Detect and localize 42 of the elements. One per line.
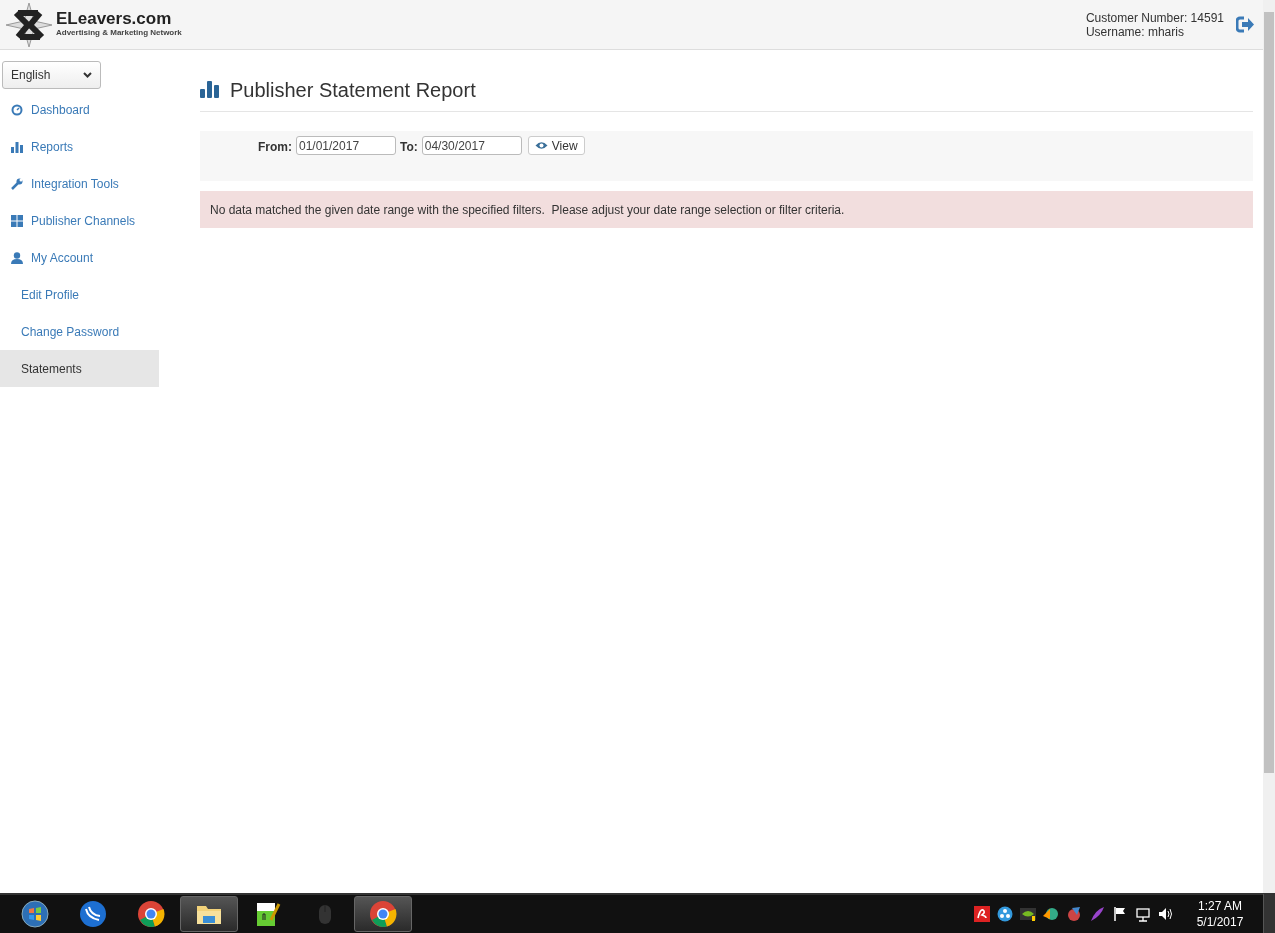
to-label: To: (400, 139, 418, 156)
username: Username: mharis (1085, 24, 1185, 39)
bar-chart-icon (200, 81, 220, 98)
browser-icon (369, 900, 397, 928)
user-icon (11, 251, 23, 264)
network-icon[interactable] (1134, 906, 1152, 922)
circle-dots-icon[interactable] (996, 906, 1014, 922)
language-select[interactable]: English (2, 61, 101, 89)
sidebar-item[interactable]: Publisher Channels (0, 202, 159, 239)
logo-tagline: Advertising & Marketing Network (56, 27, 182, 39)
sidebar-item[interactable]: Statements (0, 350, 159, 387)
dashboard-icon (11, 103, 23, 116)
shield-app-icon[interactable] (973, 906, 991, 922)
logo-name: ELeavers.com (56, 10, 173, 27)
windows-start-icon (21, 900, 49, 928)
customer-number: Customer Number: 14591 (1085, 10, 1224, 25)
feather-icon[interactable] (1088, 906, 1106, 922)
no-data-alert: No data matched the given date range with the specified filters. Please adjust your date range selection or filter criteria. (200, 191, 1253, 228)
scrollbar[interactable] (1263, 0, 1275, 893)
sidebar-item[interactable]: Change Password (0, 313, 159, 350)
sidebar-item[interactable]: Dashboard (0, 91, 159, 128)
sidebar-item[interactable]: Integration Tools (0, 165, 159, 202)
page-title: Publisher Statement Report (230, 77, 476, 102)
wrench-icon (11, 177, 23, 190)
bar-chart-icon (11, 140, 23, 153)
sidebar-item[interactable]: Reports (0, 128, 159, 165)
volume-icon[interactable] (1157, 906, 1175, 922)
taskbar-button[interactable] (354, 896, 412, 932)
from-date-field[interactable]: 01/01/2017 (296, 136, 396, 155)
from-label: From: (258, 139, 292, 156)
eye-icon (534, 141, 548, 150)
taskbar-button[interactable] (180, 896, 238, 932)
sidebar-item[interactable]: My Account (0, 239, 159, 276)
clock[interactable]: 1:27 AM 5/1/2017 (1190, 898, 1250, 930)
caret-icon (83, 72, 92, 78)
view-button[interactable]: View (527, 136, 585, 155)
browser-icon (137, 900, 165, 928)
grid-icon (11, 214, 23, 227)
logout-icon[interactable] (1236, 16, 1255, 33)
sidebar-item[interactable]: Edit Profile (0, 276, 159, 313)
wave-icon (79, 900, 107, 928)
to-date-field[interactable]: 04/30/2017 (421, 136, 522, 155)
